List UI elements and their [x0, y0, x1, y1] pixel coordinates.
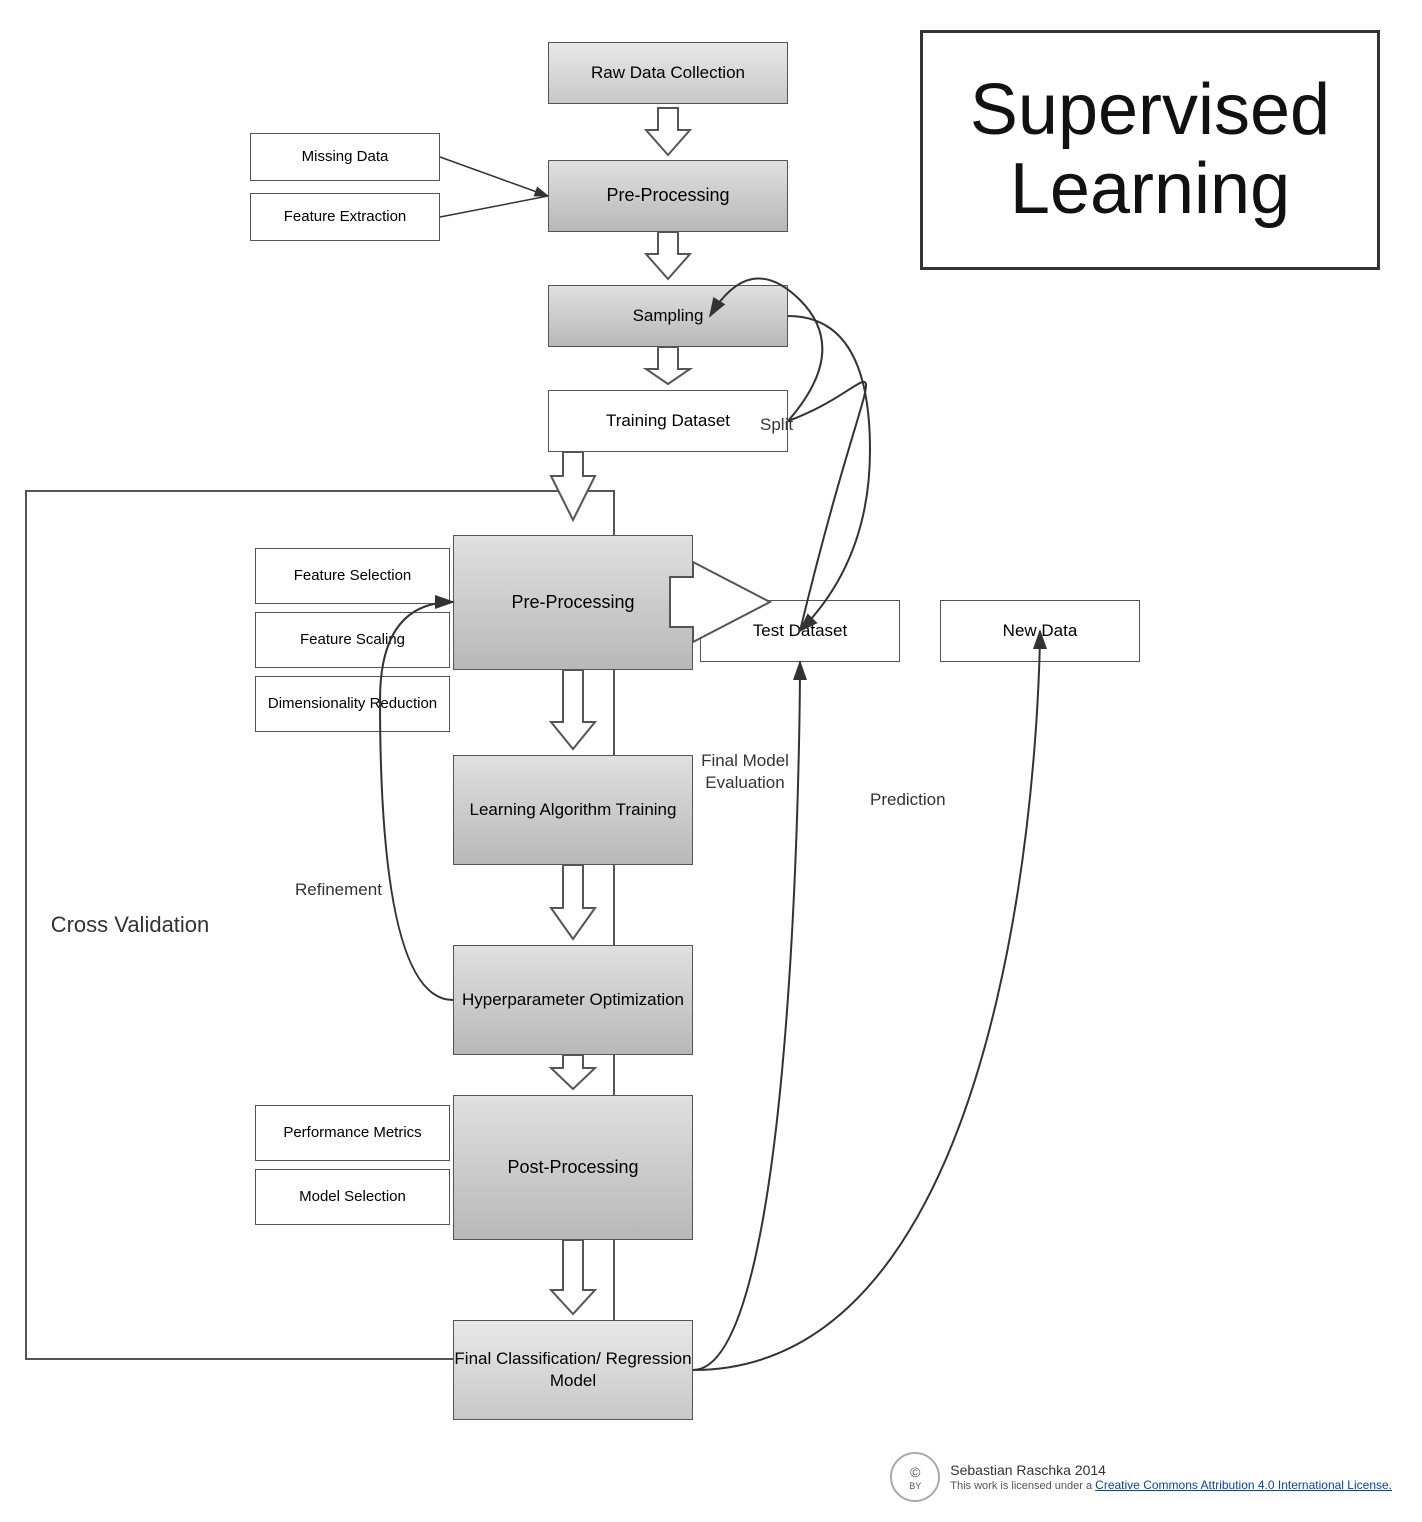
supervised-learning-title: Supervised Learning: [920, 30, 1380, 270]
cc-badge: © BY: [890, 1452, 940, 1502]
final-model-evaluation-label: Final Model Evaluation: [680, 750, 810, 794]
new-data-box: New Data: [940, 600, 1140, 662]
missing-data-box: Missing Data: [250, 133, 440, 181]
final-classification-box: Final Classification/ Regression Model: [453, 1320, 693, 1420]
hyperparameter-box: Hyperparameter Optimization: [453, 945, 693, 1055]
diagram-container: Supervised Learning Cross Validation Mis…: [0, 0, 1422, 1522]
split-label: Split: [760, 415, 793, 435]
refinement-label: Refinement: [295, 880, 382, 900]
prediction-label: Prediction: [870, 790, 946, 810]
license-link[interactable]: Creative Commons Attribution 4.0 Interna…: [1095, 1478, 1392, 1492]
feature-extraction-box: Feature Extraction: [250, 193, 440, 241]
pre-processing-top-box: Pre-Processing: [548, 160, 788, 232]
model-selection-box: Model Selection: [255, 1169, 450, 1225]
training-dataset-box: Training Dataset: [548, 390, 788, 452]
cc-text: Sebastian Raschka 2014 This work is lice…: [950, 1462, 1392, 1492]
pre-processing-mid-box: Pre-Processing: [453, 535, 693, 670]
performance-metrics-box: Performance Metrics: [255, 1105, 450, 1161]
footer: © BY Sebastian Raschka 2014 This work is…: [890, 1452, 1392, 1502]
raw-data-box: Raw Data Collection: [548, 42, 788, 104]
feature-selection-box: Feature Selection: [255, 548, 450, 604]
learning-algorithm-box: Learning Algorithm Training: [453, 755, 693, 865]
sampling-box: Sampling: [548, 285, 788, 347]
cross-validation-label: Cross Validation: [25, 490, 235, 1360]
dimensionality-reduction-box: Dimensionality Reduction: [255, 676, 450, 732]
post-processing-box: Post-Processing: [453, 1095, 693, 1240]
test-dataset-box: Test Dataset: [700, 600, 900, 662]
feature-scaling-box: Feature Scaling: [255, 612, 450, 668]
